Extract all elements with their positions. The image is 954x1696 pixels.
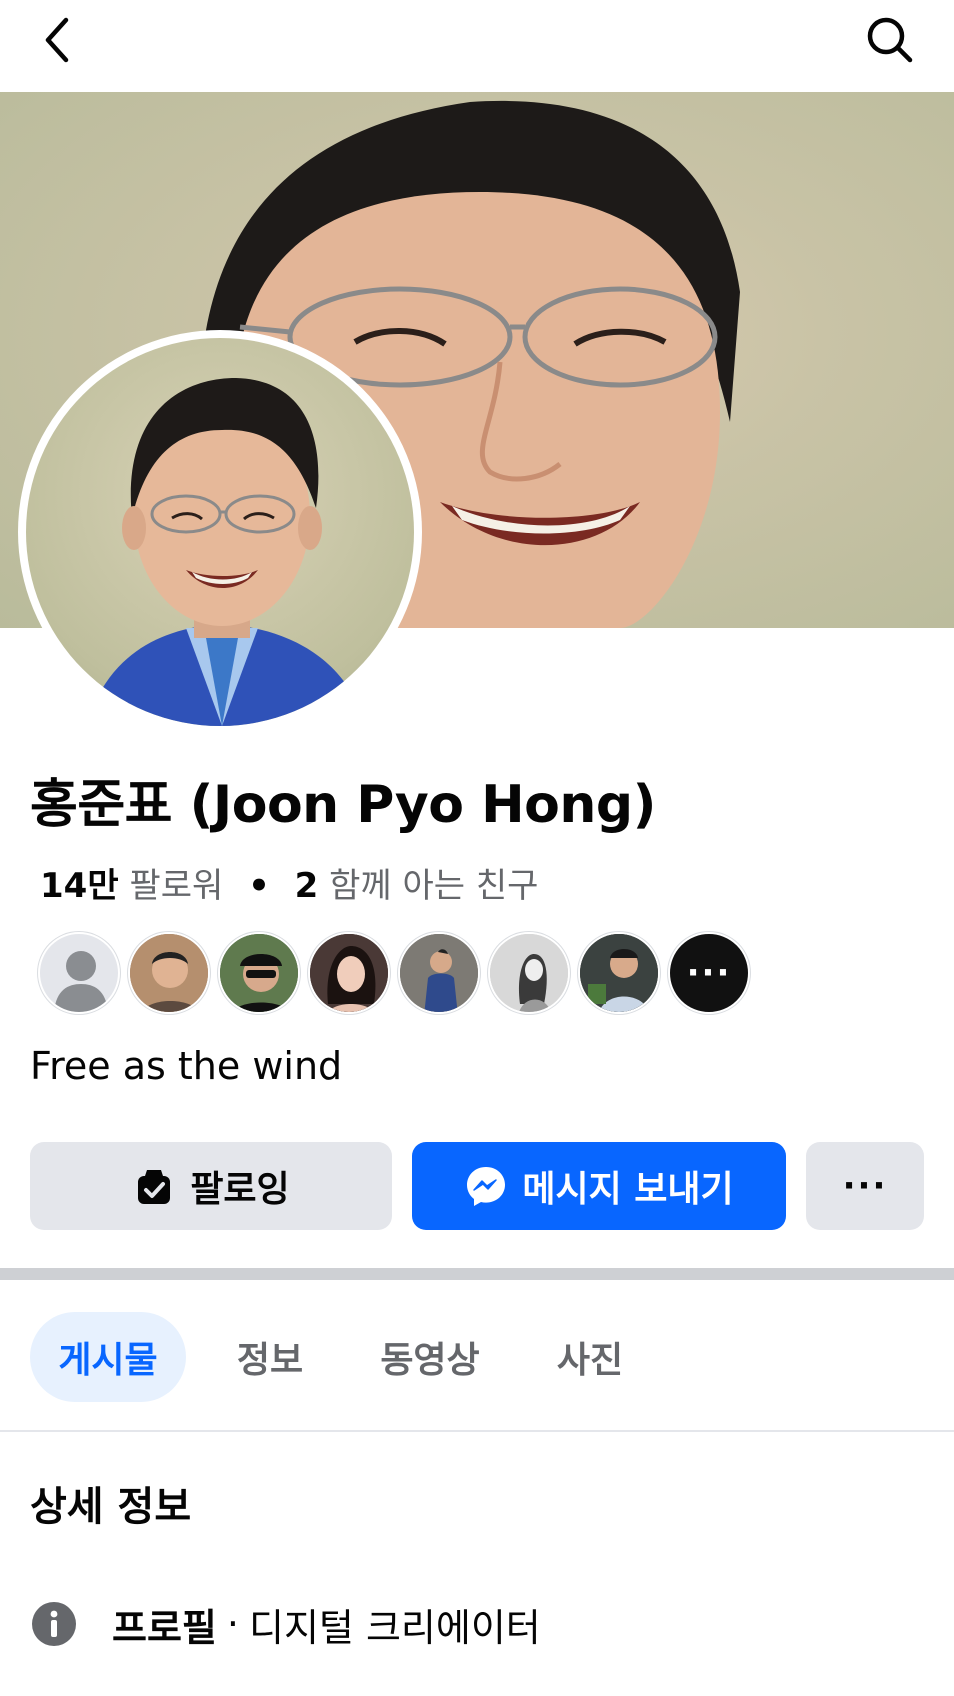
mutual-friends-more-button[interactable]: ··· (668, 932, 750, 1014)
friend-avatar[interactable] (578, 932, 660, 1014)
more-options-button[interactable]: ··· (806, 1142, 924, 1230)
friend-avatar-default[interactable] (38, 932, 120, 1014)
friend-avatar[interactable] (308, 932, 390, 1014)
tab-photos[interactable]: 사진 (530, 1312, 650, 1402)
messenger-icon (464, 1164, 508, 1208)
profile-bio: Free as the wind (30, 1044, 343, 1088)
stats-separator: • (248, 866, 270, 906)
tabs-separator (0, 1430, 954, 1432)
following-check-icon (132, 1164, 176, 1208)
profile-photo (26, 338, 414, 726)
friend-avatar[interactable] (398, 932, 480, 1014)
profile-avatar[interactable] (18, 330, 422, 734)
detail-separator: · (226, 1602, 239, 1646)
info-icon (30, 1600, 78, 1648)
mutual-friends-count[interactable]: 2 (295, 866, 319, 906)
mutual-friends-label[interactable]: 함께 아는 친구 (329, 866, 538, 906)
profile-tabs: 게시물 정보 동영상 사진 (0, 1312, 954, 1402)
detail-value: 디지털 크리에이터 (248, 1605, 541, 1650)
back-icon[interactable] (36, 14, 80, 66)
profile-name: 홍준표 (Joon Pyo Hong) (30, 775, 656, 835)
following-label: 팔로잉 (190, 1169, 290, 1210)
friend-avatar[interactable] (128, 932, 210, 1014)
followers-count[interactable]: 14만 (40, 866, 119, 906)
friend-avatar[interactable] (218, 932, 300, 1014)
send-message-label: 메시지 보내기 (522, 1169, 734, 1210)
send-message-button[interactable]: 메시지 보내기 (412, 1142, 786, 1230)
section-divider (0, 1268, 954, 1280)
tab-about[interactable]: 정보 (210, 1312, 330, 1402)
friend-avatar[interactable] (488, 932, 570, 1014)
tab-videos[interactable]: 동영상 (360, 1312, 500, 1402)
profile-stats: 14만 팔로워 • 2 함께 아는 친구 (40, 858, 538, 907)
top-bar (0, 0, 954, 92)
following-button[interactable]: 팔로잉 (30, 1142, 392, 1230)
tab-posts[interactable]: 게시물 (30, 1312, 186, 1402)
search-icon[interactable] (862, 12, 918, 68)
details-title: 상세 정보 (30, 1484, 192, 1530)
detail-item-profile[interactable]: 프로필 · 디지털 크리에이터 (30, 1596, 541, 1652)
followers-label[interactable]: 팔로워 (129, 866, 223, 906)
detail-label: 프로필 (112, 1605, 217, 1650)
